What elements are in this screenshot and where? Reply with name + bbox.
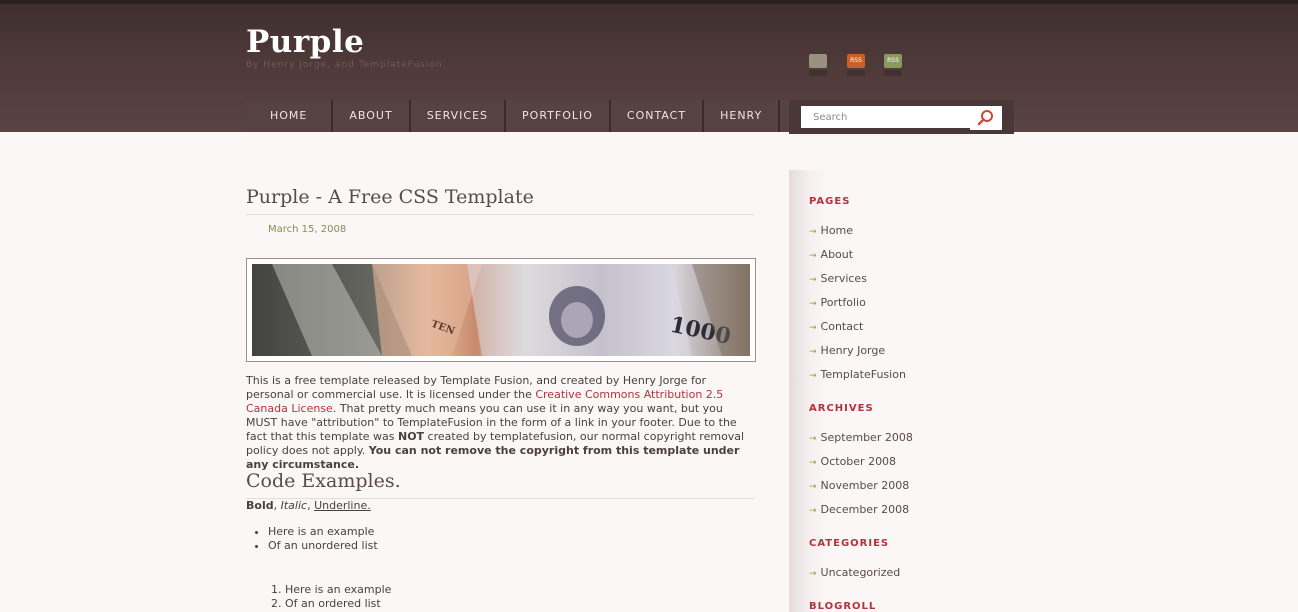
sidebar-item-label: About bbox=[820, 248, 854, 261]
sidebar-item-uncategorized[interactable]: → Uncategorized bbox=[809, 566, 900, 579]
arrow-icon: → bbox=[809, 275, 817, 285]
archives-heading: ARCHIVES bbox=[809, 403, 874, 414]
sidebar-item-november-2008[interactable]: → November 2008 bbox=[809, 479, 909, 492]
post-image: 1000 TEN bbox=[246, 258, 756, 362]
sidebar-item-october-2008[interactable]: → October 2008 bbox=[809, 455, 896, 468]
ordered-list: Here is an example Of an ordered list bbox=[246, 583, 391, 611]
sidebar-item-label: Services bbox=[820, 272, 867, 285]
nav-services[interactable]: SERVICES bbox=[410, 100, 507, 132]
arrow-icon: → bbox=[809, 434, 817, 444]
arrow-icon: → bbox=[809, 323, 817, 333]
sidebar-item-label: October 2008 bbox=[820, 455, 897, 468]
sidebar-item-templatefusion[interactable]: → TemplateFusion bbox=[809, 368, 906, 381]
search-button[interactable] bbox=[970, 106, 1002, 130]
sidebar-item-label: Contact bbox=[820, 320, 864, 333]
arrow-icon: → bbox=[809, 299, 817, 309]
italic-example: Italic bbox=[280, 499, 308, 512]
sidebar-item-about[interactable]: → About bbox=[809, 248, 853, 261]
sidebar: PAGES → Home → About → Services → Portfolio … bbox=[789, 170, 1014, 612]
sidebar-item-portfolio[interactable]: → Portfolio bbox=[809, 296, 866, 309]
nav-home[interactable]: HOME bbox=[246, 100, 334, 132]
bold-example: Bold bbox=[246, 499, 274, 512]
code-examples-heading: Code Examples. bbox=[246, 470, 401, 492]
arrow-icon: → bbox=[809, 251, 817, 261]
underline-example: Underline. bbox=[314, 499, 371, 512]
nav-henry[interactable]: HENRY bbox=[704, 100, 781, 132]
sidebar-item-label: November 2008 bbox=[820, 479, 910, 492]
arrow-icon: → bbox=[809, 482, 817, 492]
list-item: Of an unordered list bbox=[268, 539, 378, 553]
sidebar-item-label: Portfolio bbox=[820, 296, 866, 309]
arrow-icon: → bbox=[809, 227, 817, 237]
banknotes-photo: 1000 TEN bbox=[252, 264, 750, 356]
arrow-icon: → bbox=[809, 506, 817, 516]
rss-feed-icon[interactable]: RSS bbox=[847, 54, 865, 76]
format-examples: Bold, Italic, Underline. bbox=[246, 499, 371, 512]
title-divider bbox=[246, 214, 754, 215]
comments-feed-icon[interactable] bbox=[809, 54, 827, 76]
atom-feed-icon[interactable]: RSS bbox=[884, 54, 902, 76]
nav-about[interactable]: ABOUT bbox=[333, 100, 411, 132]
main-nav: HOME ABOUT SERVICES PORTFOLIO CONTACT HE… bbox=[246, 100, 830, 132]
post-title[interactable]: Purple - A Free CSS Template bbox=[246, 186, 534, 208]
nav-portfolio[interactable]: PORTFOLIO bbox=[506, 100, 611, 132]
site-tagline: By Henry Jorge, and TemplateFusion. bbox=[246, 60, 447, 70]
sidebar-item-label: December 2008 bbox=[820, 503, 910, 516]
search-input[interactable] bbox=[801, 106, 973, 128]
sidebar-item-label: Henry Jorge bbox=[820, 344, 886, 357]
sidebar-item-contact[interactable]: → Contact bbox=[809, 320, 863, 333]
list-item: Here is an example bbox=[285, 583, 391, 597]
sidebar-item-label: Home bbox=[820, 224, 854, 237]
pages-heading: PAGES bbox=[809, 196, 851, 207]
arrow-icon: → bbox=[809, 569, 817, 579]
post-body-emphasis: NOT bbox=[398, 430, 425, 443]
post-body: This is a free template released by Temp… bbox=[246, 374, 756, 472]
categories-heading: CATEGORIES bbox=[809, 538, 890, 549]
search-box bbox=[789, 100, 1014, 134]
sidebar-item-december-2008[interactable]: → December 2008 bbox=[809, 503, 909, 516]
arrow-icon: → bbox=[809, 458, 817, 468]
blogroll-heading: BLOGROLL bbox=[809, 601, 877, 612]
sidebar-item-services[interactable]: → Services bbox=[809, 272, 867, 285]
search-icon bbox=[977, 110, 993, 126]
arrow-icon: → bbox=[809, 371, 817, 381]
unordered-list: Here is an example Of an unordered list bbox=[246, 525, 378, 553]
sidebar-item-label: Uncategorized bbox=[820, 566, 901, 579]
list-item: Of an ordered list bbox=[285, 597, 391, 611]
sidebar-item-label: TemplateFusion bbox=[820, 368, 906, 381]
post-date: March 15, 2008 bbox=[268, 224, 347, 235]
nav-contact[interactable]: CONTACT bbox=[610, 100, 705, 132]
sidebar-item-label: September 2008 bbox=[820, 431, 913, 444]
site-header: Purple By Henry Jorge, and TemplateFusio… bbox=[0, 0, 1298, 134]
arrow-icon: → bbox=[809, 347, 817, 357]
site-title[interactable]: Purple bbox=[246, 24, 364, 60]
sidebar-item-henry-jorge[interactable]: → Henry Jorge bbox=[809, 344, 885, 357]
sidebar-item-home[interactable]: → Home bbox=[809, 224, 853, 237]
sidebar-item-september-2008[interactable]: → September 2008 bbox=[809, 431, 913, 444]
list-item: Here is an example bbox=[268, 525, 378, 539]
